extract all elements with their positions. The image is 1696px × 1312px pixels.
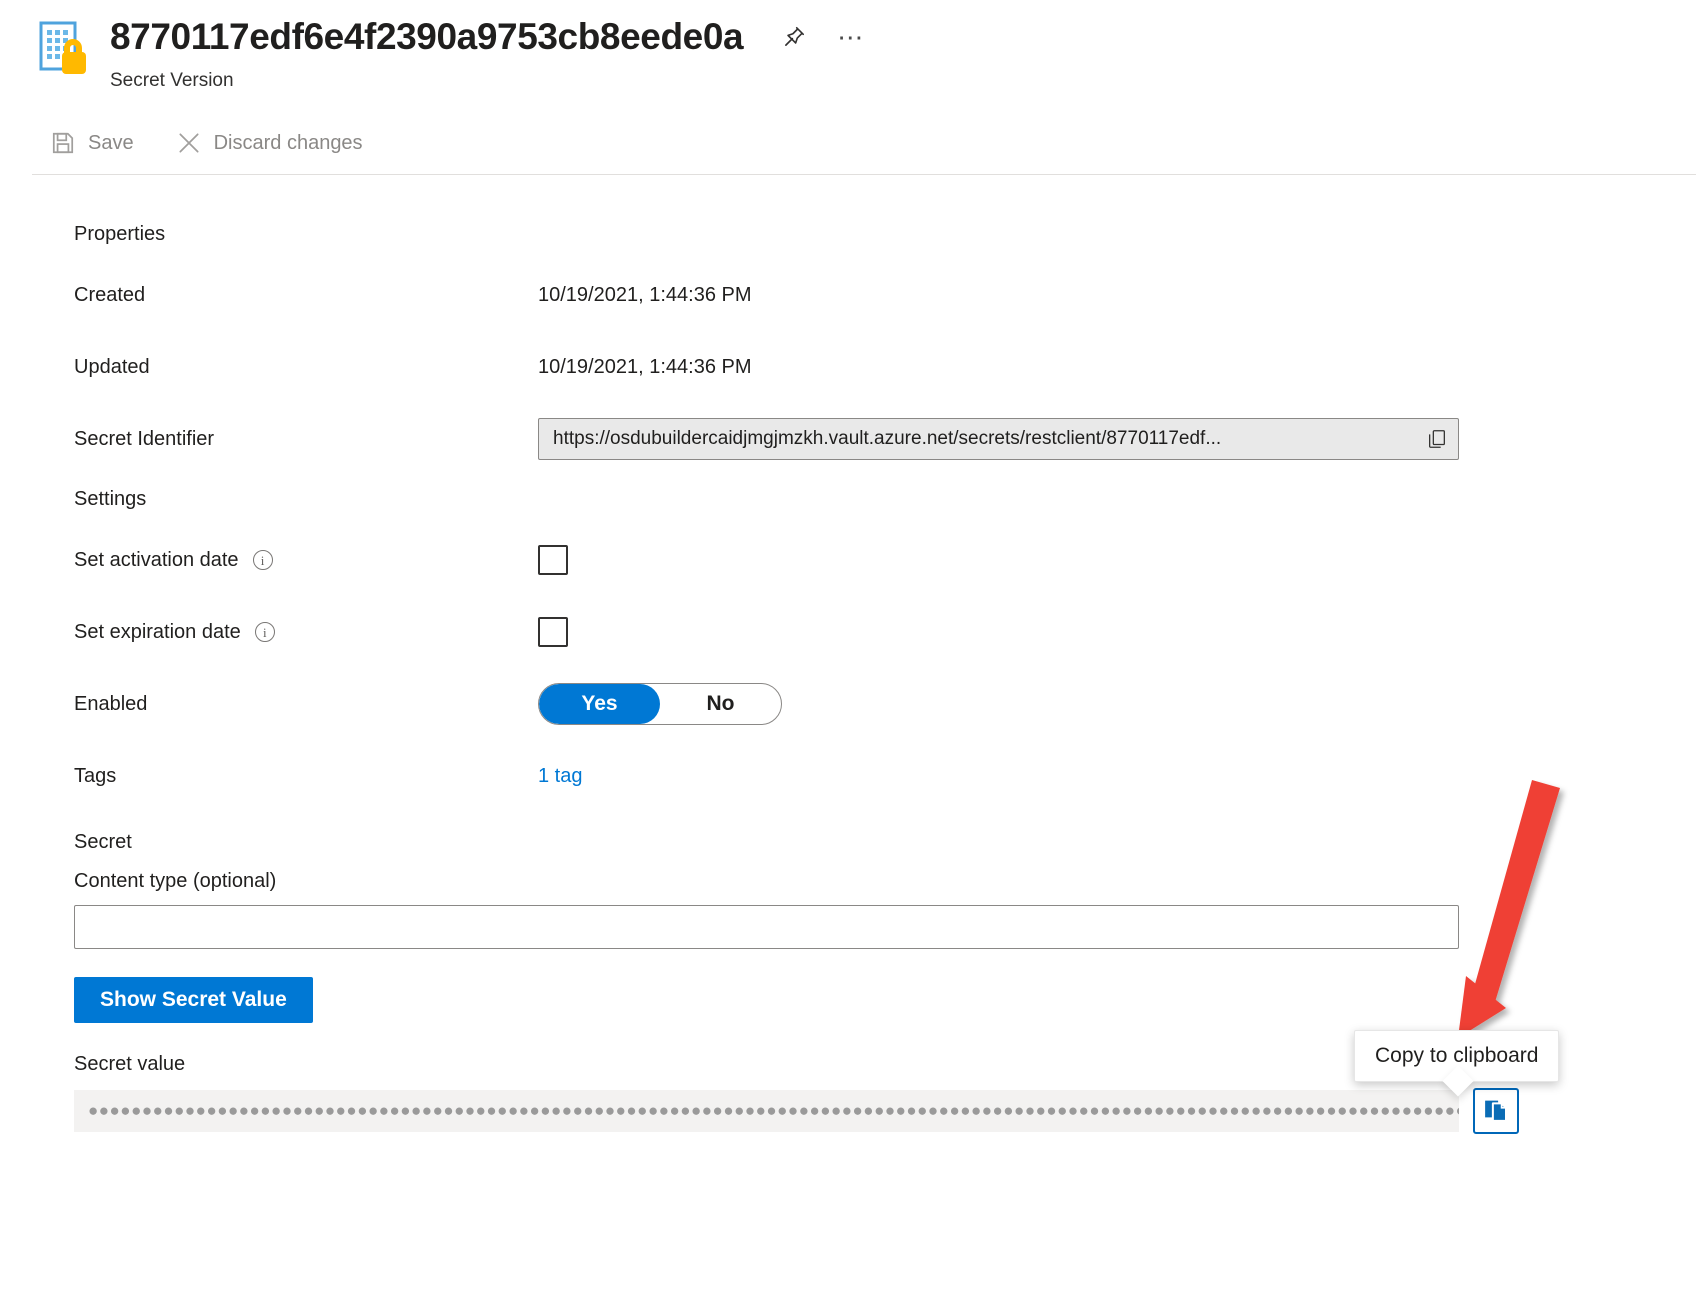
tooltip-text: Copy to clipboard <box>1375 1044 1539 1067</box>
info-icon[interactable]: i <box>252 550 273 570</box>
secret-identifier-row: Secret Identifier https://osdubuildercai… <box>74 412 1696 466</box>
updated-row: Updated 10/19/2021, 1:44:36 PM <box>74 340 1696 394</box>
updated-label: Updated <box>74 355 150 378</box>
page-title: 8770117edf6e4f2390a9753cb8eede0a <box>110 16 744 57</box>
secret-identifier-label: Secret Identifier <box>74 427 215 450</box>
enabled-toggle-yes[interactable]: Yes <box>539 684 660 724</box>
show-secret-value-button[interactable]: Show Secret Value <box>74 977 313 1023</box>
settings-heading: Settings <box>74 488 147 510</box>
tags-row: Tags 1 tag <box>74 749 1696 803</box>
close-x-icon <box>174 128 204 158</box>
copy-secret-value-button[interactable] <box>1473 1088 1519 1134</box>
title-row: 8770117edf6e4f2390a9753cb8eede0a ⋯ Secre… <box>0 14 1696 92</box>
secret-value-row: ●●●●●●●●●●●●●●●●●●●●●●●●●●●●●●●●●●●●●●●●… <box>74 1088 1696 1134</box>
title-line: 8770117edf6e4f2390a9753cb8eede0a ⋯ <box>110 14 867 60</box>
secret-identifier-field[interactable]: https://osdubuildercaidjmgjmzkh.vault.az… <box>538 418 1459 460</box>
title-block: 8770117edf6e4f2390a9753cb8eede0a ⋯ Secre… <box>110 14 867 92</box>
save-label: Save <box>88 132 134 154</box>
secret-version-page: 8770117edf6e4f2390a9753cb8eede0a ⋯ Secre… <box>0 0 1696 1312</box>
info-icon[interactable]: i <box>254 622 275 642</box>
set-activation-date-checkbox[interactable] <box>538 545 568 575</box>
set-activation-date-text: Set activation date <box>74 548 239 571</box>
set-expiration-date-label: Set expiration date i <box>74 621 538 644</box>
copy-icon[interactable] <box>1424 426 1450 452</box>
tags-link[interactable]: 1 tag <box>538 765 582 788</box>
tags-label: Tags <box>74 764 117 787</box>
secret-identifier-value: https://osdubuildercaidjmgjmzkh.vault.az… <box>553 428 1222 449</box>
created-label: Created <box>74 283 146 306</box>
set-expiration-date-checkbox[interactable] <box>538 617 568 647</box>
page-subtitle: Secret Version <box>110 70 234 91</box>
content-type-input[interactable] <box>74 905 1459 949</box>
enabled-toggle[interactable]: Yes No <box>538 683 782 725</box>
copy-to-clipboard-tooltip: Copy to clipboard <box>1354 1030 1560 1082</box>
discard-changes-label: Discard changes <box>213 132 363 154</box>
created-value: 10/19/2021, 1:44:36 PM <box>538 283 752 306</box>
secret-value-masked: ●●●●●●●●●●●●●●●●●●●●●●●●●●●●●●●●●●●●●●●●… <box>74 1090 1459 1132</box>
save-icon <box>48 128 78 158</box>
enabled-label: Enabled <box>74 692 148 715</box>
command-bar: Save Discard changes <box>0 112 1696 174</box>
save-button[interactable]: Save <box>44 123 146 163</box>
secret-version-icon <box>38 20 94 80</box>
content-type-label: Content type (optional) <box>74 870 277 892</box>
set-activation-date-label: Set activation date i <box>74 549 538 572</box>
form-body: Properties Created 10/19/2021, 1:44:36 P… <box>0 175 1696 1134</box>
secret-heading: Secret <box>74 831 132 853</box>
updated-value: 10/19/2021, 1:44:36 PM <box>538 355 752 378</box>
copy-icon <box>1481 1094 1511 1129</box>
set-expiration-date-row: Set expiration date i <box>74 605 1696 659</box>
created-row: Created 10/19/2021, 1:44:36 PM <box>74 268 1696 322</box>
enabled-toggle-no[interactable]: No <box>660 684 781 724</box>
set-expiration-date-text: Set expiration date <box>74 620 241 643</box>
enabled-row: Enabled Yes No <box>74 677 1696 731</box>
discard-changes-button[interactable]: Discard changes <box>170 123 375 163</box>
page-header: 8770117edf6e4f2390a9753cb8eede0a ⋯ Secre… <box>0 0 1696 175</box>
pin-icon[interactable] <box>779 22 809 52</box>
ellipsis-icon[interactable]: ⋯ <box>835 22 867 52</box>
properties-heading: Properties <box>74 223 166 245</box>
set-activation-date-row: Set activation date i <box>74 533 1696 587</box>
